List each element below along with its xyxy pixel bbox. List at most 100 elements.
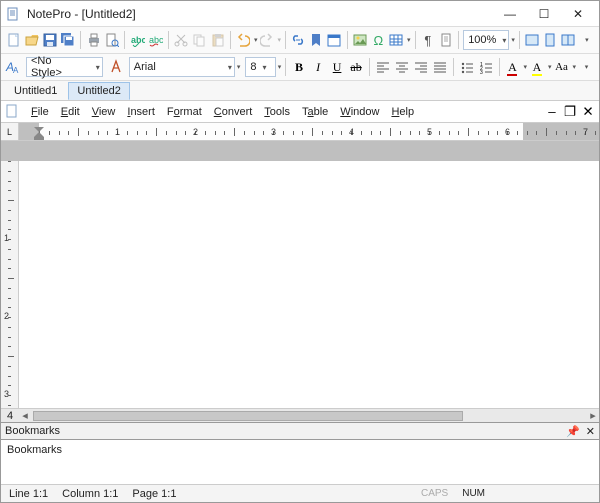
font-combo[interactable]: Arial ▾ xyxy=(129,57,235,77)
fontsize-dropdown[interactable]: ▾ xyxy=(278,63,282,71)
horizontal-scrollbar[interactable]: 4 ◂ ▸ xyxy=(1,408,599,422)
fontsize-combo[interactable]: 8 ▾ xyxy=(245,57,275,77)
vertical-ruler[interactable]: 123 xyxy=(1,141,19,408)
toolbar2-overflow[interactable]: ▾ xyxy=(577,56,595,78)
editor-area: 123 xyxy=(1,141,599,408)
case-dropdown[interactable]: ▾ xyxy=(572,63,576,71)
undo-dropdown[interactable]: ▾ xyxy=(254,36,258,44)
fontsize-value: 8 xyxy=(250,61,256,73)
font-dropdown[interactable]: ▾ xyxy=(237,63,241,71)
view-page-button[interactable] xyxy=(542,29,559,51)
menu-format[interactable]: Format xyxy=(161,104,208,120)
horizontal-ruler[interactable]: 1234567 xyxy=(19,123,599,140)
redo-button[interactable] xyxy=(258,29,275,51)
align-left-button[interactable] xyxy=(374,56,392,78)
menu-edit[interactable]: Edit xyxy=(55,104,86,120)
bullets-button[interactable] xyxy=(458,56,476,78)
bold-button[interactable]: B xyxy=(290,56,308,78)
toolbar-overflow[interactable]: ▾ xyxy=(578,29,595,51)
highlight-button[interactable]: A xyxy=(528,56,546,78)
window-controls: — ☐ ✕ xyxy=(493,2,595,26)
mdi-restore-button[interactable]: ❐ xyxy=(561,104,579,120)
zoom-value: 100% xyxy=(468,34,496,46)
chevron-down-icon: ▾ xyxy=(502,36,506,45)
menu-tools[interactable]: Tools xyxy=(258,104,296,120)
zoom-combo[interactable]: 100% ▾ xyxy=(463,30,509,50)
pin-icon[interactable]: 📌 xyxy=(566,425,580,438)
change-case-button[interactable]: Aa xyxy=(552,56,570,78)
table-dropdown[interactable]: ▾ xyxy=(407,36,411,44)
bookmark-button[interactable] xyxy=(308,29,325,51)
numbering-button[interactable]: 123 xyxy=(477,56,495,78)
separator xyxy=(458,31,459,49)
show-paragraph-button[interactable]: ¶ xyxy=(419,29,436,51)
font-color-dropdown[interactable]: ▾ xyxy=(523,63,527,71)
view-split-button[interactable] xyxy=(560,29,577,51)
mdi-close-button[interactable]: ✕ xyxy=(579,104,597,120)
insert-picture-button[interactable] xyxy=(352,29,369,51)
italic-button[interactable]: I xyxy=(309,56,327,78)
underline-button[interactable]: U xyxy=(328,56,346,78)
insert-symbol-button[interactable]: Ω xyxy=(370,29,387,51)
font-color-button[interactable]: A xyxy=(503,56,521,78)
window-title: NotePro - [Untitled2] xyxy=(27,7,136,21)
text-body[interactable] xyxy=(19,161,599,408)
app-icon xyxy=(7,7,21,21)
print-preview-button[interactable] xyxy=(103,29,120,51)
close-button[interactable]: ✕ xyxy=(561,2,595,26)
hyperlink-button[interactable] xyxy=(290,29,307,51)
status-line: Line 1:1 xyxy=(5,488,52,500)
status-num: NUM xyxy=(458,488,489,499)
document-page[interactable] xyxy=(19,141,599,408)
copy-button[interactable] xyxy=(191,29,208,51)
new-doc-button[interactable] xyxy=(5,29,22,51)
status-column: Column 1:1 xyxy=(58,488,122,500)
menu-view[interactable]: View xyxy=(86,104,122,120)
insert-table-button[interactable] xyxy=(388,29,405,51)
minimize-button[interactable]: — xyxy=(493,2,527,26)
status-bar: Line 1:1 Column 1:1 Page 1:1 CAPS NUM xyxy=(1,484,599,502)
strike-button[interactable]: ab xyxy=(347,56,365,78)
separator xyxy=(124,31,125,49)
menu-file[interactable]: File xyxy=(25,104,55,120)
chevron-down-icon: ▾ xyxy=(96,63,100,72)
maximize-button[interactable]: ☐ xyxy=(527,2,561,26)
status-page: Page 1:1 xyxy=(128,488,180,500)
save-button[interactable] xyxy=(41,29,58,51)
ruler-row: L 1234567 xyxy=(1,123,599,141)
paste-button[interactable] xyxy=(209,29,226,51)
highlight-dropdown[interactable]: ▾ xyxy=(548,63,552,71)
separator xyxy=(519,31,520,49)
save-all-button[interactable] xyxy=(59,29,76,51)
align-center-button[interactable] xyxy=(393,56,411,78)
separator xyxy=(168,31,169,49)
menu-help[interactable]: Help xyxy=(385,104,420,120)
style-combo[interactable]: <No Style> ▾ xyxy=(26,57,103,77)
autospell-button[interactable]: abc xyxy=(147,29,164,51)
view-draft-button[interactable] xyxy=(524,29,541,51)
doc-tab-untitled1[interactable]: Untitled1 xyxy=(5,82,66,100)
print-button[interactable] xyxy=(85,29,102,51)
separator xyxy=(285,58,286,76)
menu-insert[interactable]: Insert xyxy=(121,104,161,120)
title-bar: NotePro - [Untitled2] — ☐ ✕ xyxy=(1,1,599,27)
cut-button[interactable] xyxy=(173,29,190,51)
menu-bar: File Edit View Insert Format Convert Too… xyxy=(1,101,599,123)
panel-close-icon[interactable]: ✕ xyxy=(586,425,595,438)
menu-table[interactable]: Table xyxy=(296,104,334,120)
insert-date-button[interactable] xyxy=(326,29,343,51)
menu-convert[interactable]: Convert xyxy=(208,104,259,120)
menu-window[interactable]: Window xyxy=(334,104,385,120)
redo-dropdown[interactable]: ▾ xyxy=(278,36,282,44)
open-button[interactable] xyxy=(23,29,40,51)
separator xyxy=(499,58,500,76)
spellcheck-button[interactable]: abc xyxy=(129,29,146,51)
align-justify-button[interactable] xyxy=(431,56,449,78)
undo-button[interactable] xyxy=(235,29,252,51)
doc-tab-untitled2[interactable]: Untitled2 xyxy=(68,82,129,100)
page-setup-button[interactable] xyxy=(437,29,454,51)
document-tabs: Untitled1 Untitled2 xyxy=(1,81,599,101)
align-right-button[interactable] xyxy=(412,56,430,78)
zoom-dropdown[interactable]: ▾ xyxy=(511,36,515,44)
mdi-minimize-button[interactable]: – xyxy=(543,104,561,120)
